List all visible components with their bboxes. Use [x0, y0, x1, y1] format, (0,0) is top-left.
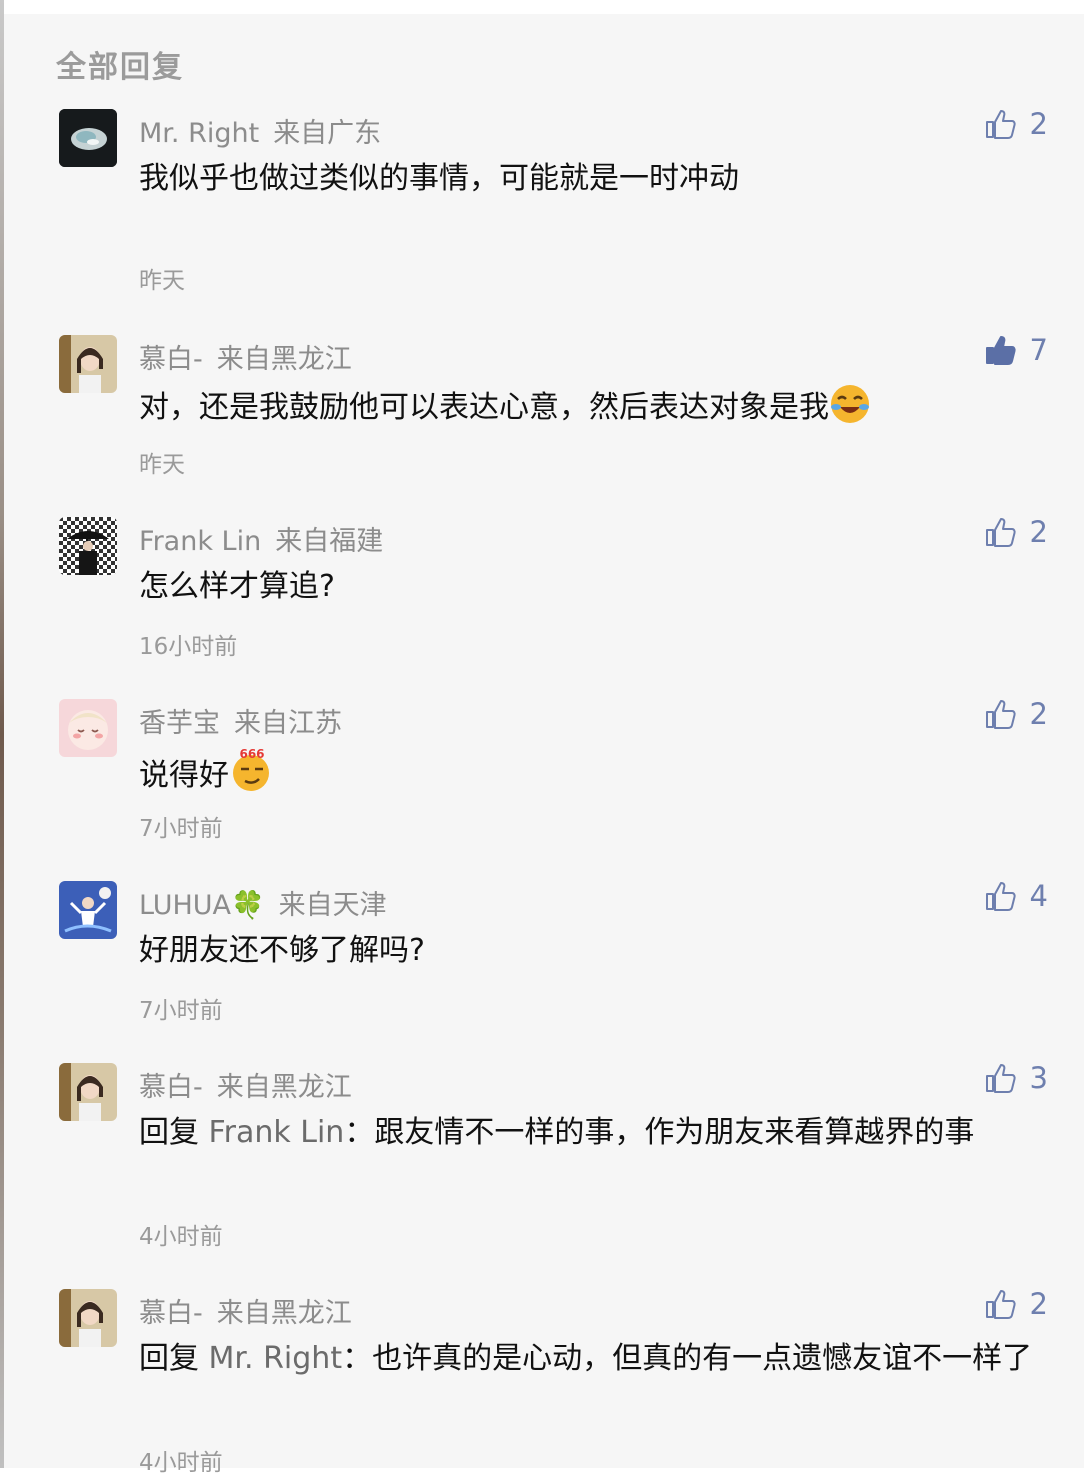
- like-count: 2: [1029, 107, 1048, 141]
- author-location: 来自黑龙江: [216, 344, 352, 375]
- author-location: 来自江苏: [234, 708, 342, 739]
- comment-text: 回复 Frank Lin：跟友情不一样的事，作为朋友来看算越界的事: [139, 1111, 1039, 1155]
- like-button[interactable]: 2: [984, 1287, 1048, 1321]
- avatar[interactable]: [59, 699, 117, 757]
- comment-meta: LUHUA🍀 来自天津: [139, 883, 387, 922]
- comment-text-body: 也许真的是心动，但真的有一点遗憾友谊不一样了: [372, 1341, 1033, 1376]
- comment-meta: 慕白- 来自黑龙江: [139, 1291, 352, 1330]
- avatar[interactable]: [59, 1063, 117, 1121]
- like-count: 3: [1029, 1061, 1048, 1095]
- author-name[interactable]: Frank Lin: [139, 526, 261, 557]
- author-name[interactable]: 香芋宝: [139, 708, 220, 739]
- comment-text: 我似乎也做过类似的事情，可能就是一时冲动: [139, 161, 739, 196]
- comment-text-body: 说得好: [139, 758, 229, 793]
- avatar[interactable]: [59, 335, 117, 393]
- reply-separator: ：: [342, 1341, 373, 1376]
- comments-panel: 全部回复 Mr. Right 来自广东 我似乎也做过类似的事情，可能就是一时冲动 …: [4, 14, 1084, 1476]
- thumbs-up-icon: [985, 700, 1016, 729]
- like-count: 2: [1029, 697, 1048, 731]
- reply-target-name[interactable]: Frank Lin: [209, 1115, 345, 1150]
- comment-meta: Frank Lin 来自福建: [139, 519, 383, 558]
- author-location: 来自福建: [275, 526, 384, 557]
- comment-time: 7小时前: [139, 998, 223, 1024]
- thumbs-up-icon: [985, 882, 1016, 911]
- like-button[interactable]: 2: [984, 515, 1048, 549]
- author-location: 来自黑龙江: [216, 1072, 352, 1103]
- like-button[interactable]: 3: [984, 1061, 1048, 1095]
- like-button[interactable]: 2: [984, 697, 1048, 731]
- reply-separator: ：: [344, 1115, 375, 1150]
- reply-prefix: 回复: [139, 1341, 209, 1376]
- author-name[interactable]: 慕白-: [139, 344, 203, 375]
- like-button[interactable]: 2: [984, 107, 1048, 141]
- comment-text: 说得好 666: [139, 747, 1039, 798]
- 666-emoji: 666: [233, 747, 269, 791]
- like-count: 2: [1029, 515, 1048, 549]
- comment-time: 昨天: [139, 452, 185, 478]
- avatar[interactable]: [59, 881, 117, 939]
- thumbs-up-icon: [985, 1290, 1016, 1319]
- like-count: 7: [1029, 333, 1048, 367]
- comment-text-body: 跟友情不一样的事，作为朋友来看算越界的事: [374, 1115, 975, 1150]
- comment-text-body: 对，还是我鼓励他可以表达心意，然后表达对象是我: [139, 390, 829, 425]
- comment-meta: 慕白- 来自黑龙江: [139, 337, 352, 376]
- comment-text: 对，还是我鼓励他可以表达心意，然后表达对象是我: [139, 383, 1039, 430]
- comment-time: 昨天: [139, 268, 185, 294]
- thumbs-up-icon: [985, 518, 1016, 547]
- section-title: 全部回复: [56, 50, 184, 85]
- author-location: 来自黑龙江: [216, 1298, 352, 1329]
- like-button[interactable]: 7: [984, 333, 1048, 367]
- author-name[interactable]: 慕白-: [139, 1072, 203, 1103]
- like-count: 2: [1029, 1287, 1048, 1321]
- comment-time: 7小时前: [139, 816, 223, 842]
- author-location: 来自天津: [278, 890, 387, 921]
- author-name[interactable]: Mr. Right: [139, 118, 259, 149]
- comment-meta: 慕白- 来自黑龙江: [139, 1065, 352, 1104]
- thumbs-up-icon: [985, 110, 1016, 139]
- 666-label: 666: [239, 747, 264, 761]
- thumbs-up-filled-icon: [985, 336, 1016, 365]
- comment-time: 16小时前: [139, 634, 238, 660]
- reply-target-name[interactable]: Mr. Right: [209, 1341, 343, 1376]
- comment-meta: Mr. Right 来自广东: [139, 111, 381, 150]
- comment-meta: 香芋宝 来自江苏: [139, 701, 342, 740]
- comment-time: 4小时前: [139, 1450, 223, 1476]
- avatar[interactable]: [59, 517, 117, 575]
- comment-text: 回复 Mr. Right：也许真的是心动，但真的有一点遗憾友谊不一样了: [139, 1337, 1039, 1381]
- author-location: 来自广东: [273, 118, 382, 149]
- clover-badge: 🍀: [231, 890, 265, 921]
- like-count: 4: [1029, 879, 1048, 913]
- like-button[interactable]: 4: [984, 879, 1048, 913]
- thumbs-up-icon: [985, 1064, 1016, 1093]
- comment-text: 好朋友还不够了解吗?: [139, 933, 425, 968]
- avatar[interactable]: [59, 1289, 117, 1347]
- reply-prefix: 回复: [139, 1115, 209, 1150]
- avatar[interactable]: [59, 109, 117, 167]
- author-name[interactable]: 慕白-: [139, 1298, 203, 1329]
- comment-time: 4小时前: [139, 1224, 223, 1250]
- author-name[interactable]: LUHUA: [139, 890, 231, 921]
- laughing-crying-emoji: [831, 385, 869, 423]
- comment-text: 怎么样才算追?: [139, 569, 335, 604]
